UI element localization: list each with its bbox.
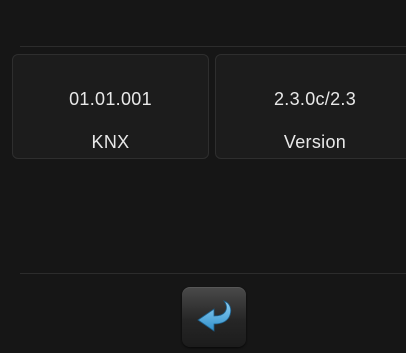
knx-address-value: 01.01.001 [69,89,152,109]
device-info-screen: 01.01.001 KNX 2.3.0c/2.3 Version [0,0,406,353]
knx-address-card: 01.01.001 KNX [12,54,209,159]
bottom-divider [20,273,406,274]
version-card: 2.3.0c/2.3 Version [215,54,406,159]
top-divider [20,46,406,47]
return-arrow-icon [197,300,232,332]
back-button[interactable] [182,287,246,347]
version-value: 2.3.0c/2.3 [273,89,357,109]
version-label: Version [283,132,347,152]
knx-address-label: KNX [91,132,130,152]
